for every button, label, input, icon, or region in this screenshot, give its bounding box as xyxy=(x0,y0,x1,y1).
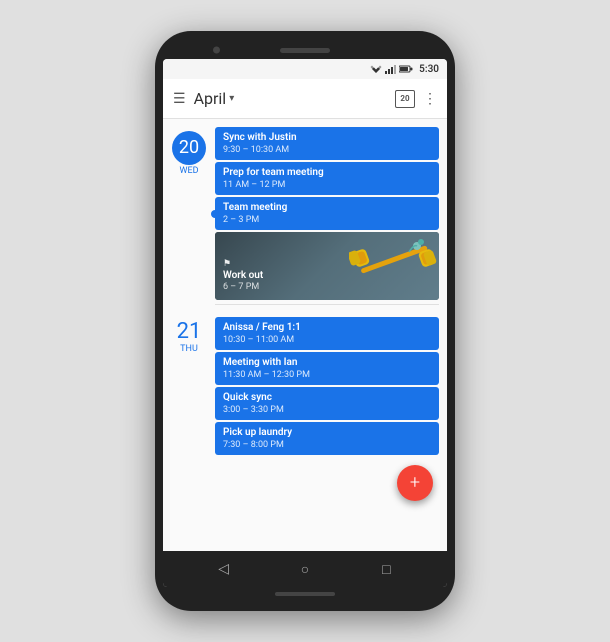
event-sync-justin[interactable]: Sync with Justin 9:30 – 10:30 AM xyxy=(215,127,439,160)
home-button[interactable]: ○ xyxy=(290,554,320,584)
more-options-icon[interactable]: ⋮ xyxy=(423,91,437,107)
current-time-indicator xyxy=(211,210,219,218)
day-name-20: Wed xyxy=(179,166,198,176)
status-icons: 5:30 xyxy=(370,64,439,75)
header-actions: 20 ⋮ xyxy=(395,90,437,108)
workout-title: Work out xyxy=(223,270,263,281)
day-events-20: Sync with Justin 9:30 – 10:30 AM Prep fo… xyxy=(215,127,447,300)
month-title: April xyxy=(194,89,227,108)
day-number-21: 21 xyxy=(177,321,202,343)
event-time: 10:30 – 11:00 AM xyxy=(223,335,431,345)
today-calendar-icon[interactable]: 20 xyxy=(395,90,415,108)
workout-flag: ⚑ xyxy=(223,259,263,269)
event-title: Pick up laundry xyxy=(223,427,431,439)
event-team-meeting[interactable]: Team meeting 2 – 3 PM xyxy=(215,197,439,230)
event-title: Prep for team meeting xyxy=(223,167,431,179)
phone-top xyxy=(163,41,447,59)
event-time: 11:30 AM – 12:30 PM xyxy=(223,370,431,380)
event-pick-up-laundry[interactable]: Pick up laundry 7:30 – 8:00 PM xyxy=(215,422,439,455)
fab-plus-icon: + xyxy=(410,474,420,492)
event-title: Anissa / Feng 1:1 xyxy=(223,322,431,334)
phone-speaker xyxy=(280,48,330,53)
navigation-bar: ◁ ○ □ xyxy=(163,551,447,587)
dropdown-arrow: ▾ xyxy=(229,93,234,104)
day-section-20: 20 Wed Sync with Justin 9:30 – 10:30 AM … xyxy=(163,119,447,304)
event-meeting-ian[interactable]: Meeting with Ian 11:30 AM – 12:30 PM xyxy=(215,352,439,385)
add-event-fab[interactable]: + xyxy=(397,465,433,501)
event-title: Sync with Justin xyxy=(223,132,431,144)
wifi-icon xyxy=(370,65,382,74)
day-number-20: 20 xyxy=(172,131,206,165)
workout-time: 6 – 7 PM xyxy=(223,282,263,292)
day-divider xyxy=(215,304,439,305)
menu-icon[interactable]: ☰ xyxy=(173,91,186,107)
status-bar: 5:30 xyxy=(163,59,447,79)
event-time: 7:30 – 8:00 PM xyxy=(223,440,431,450)
event-time: 11 AM – 12 PM xyxy=(223,180,431,190)
day-label-21: 21 Thu xyxy=(163,317,215,455)
event-title: Team meeting xyxy=(223,202,431,214)
event-title: Quick sync xyxy=(223,392,431,404)
recents-button[interactable]: □ xyxy=(371,554,401,584)
dumbbell-svg xyxy=(349,232,439,287)
event-time: 2 – 3 PM xyxy=(223,215,431,225)
phone-bottom xyxy=(163,587,447,601)
signal-icon xyxy=(385,65,396,74)
phone-camera xyxy=(213,47,220,54)
status-time: 5:30 xyxy=(419,64,439,75)
event-workout[interactable]: ⚑ Work out 6 – 7 PM xyxy=(215,232,439,300)
battery-icon xyxy=(399,65,413,73)
event-title: Meeting with Ian xyxy=(223,357,431,369)
event-anissa-feng[interactable]: Anissa / Feng 1:1 10:30 – 11:00 AM xyxy=(215,317,439,350)
day-name-21: Thu xyxy=(180,344,198,354)
day-events-21: Anissa / Feng 1:1 10:30 – 11:00 AM Meeti… xyxy=(215,317,447,455)
workout-info: ⚑ Work out 6 – 7 PM xyxy=(223,259,263,292)
event-prep-meeting[interactable]: Prep for team meeting 11 AM – 12 PM xyxy=(215,162,439,195)
day-section-21: 21 Thu Anissa / Feng 1:1 10:30 – 11:00 A… xyxy=(163,309,447,459)
header-title-area[interactable]: April ▾ xyxy=(194,89,387,108)
event-quick-sync[interactable]: Quick sync 3:00 – 3:30 PM xyxy=(215,387,439,420)
phone-home-bar xyxy=(275,592,335,596)
event-time: 3:00 – 3:30 PM xyxy=(223,405,431,415)
day-label-20: 20 Wed xyxy=(163,127,215,300)
event-time: 9:30 – 10:30 AM xyxy=(223,145,431,155)
back-button[interactable]: ◁ xyxy=(209,554,239,584)
app-header: ☰ April ▾ 20 ⋮ xyxy=(163,79,447,119)
calendar-scroll-area[interactable]: 20 Wed Sync with Justin 9:30 – 10:30 AM … xyxy=(163,119,447,551)
phone-frame: 5:30 ☰ April ▾ 20 ⋮ 20 xyxy=(155,31,455,611)
phone-screen: 5:30 ☰ April ▾ 20 ⋮ 20 xyxy=(163,59,447,587)
